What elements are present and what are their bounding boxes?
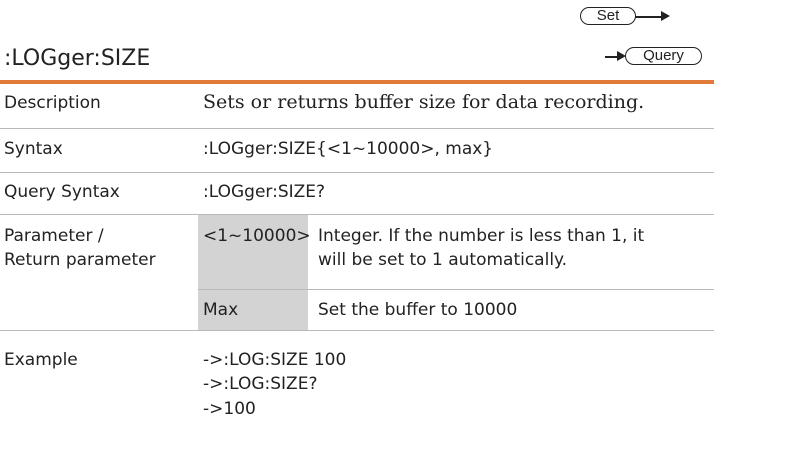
row-divider [0,172,714,173]
parameter-label-line2: Return parameter [4,250,156,270]
query-syntax-text: :LOGger:SIZE? [203,182,326,202]
syntax-label: Syntax [4,139,63,159]
example-line: ->100 [203,399,256,419]
syntax-text: :LOGger:SIZE{<1~10000>, max} [203,139,494,159]
page-title: :LOGger:SIZE [4,46,151,71]
param-description-line1: Integer. If the number is less than 1, i… [318,226,645,246]
set-arrow-icon [661,11,670,21]
param-name: <1~10000> [203,226,311,246]
row-divider [0,214,714,215]
title-rule [0,80,714,84]
row-divider [0,128,714,129]
description-text: Sets or returns buffer size for data rec… [203,91,645,113]
param-description-line2: will be set to 1 automatically. [318,250,568,270]
set-badge: Set [580,7,636,25]
description-label: Description [4,93,101,113]
example-label: Example [4,350,78,370]
param-description-line1: Set the buffer to 10000 [318,300,518,320]
row-divider [0,330,714,331]
parameter-label-line1: Parameter / [4,226,104,246]
set-arrow-line [635,16,663,18]
query-badge: Query [625,47,702,65]
query-syntax-label: Query Syntax [4,182,120,202]
example-line: ->:LOG:SIZE 100 [203,350,347,370]
example-line: ->:LOG:SIZE? [203,374,318,394]
param-name: Max [203,300,239,320]
